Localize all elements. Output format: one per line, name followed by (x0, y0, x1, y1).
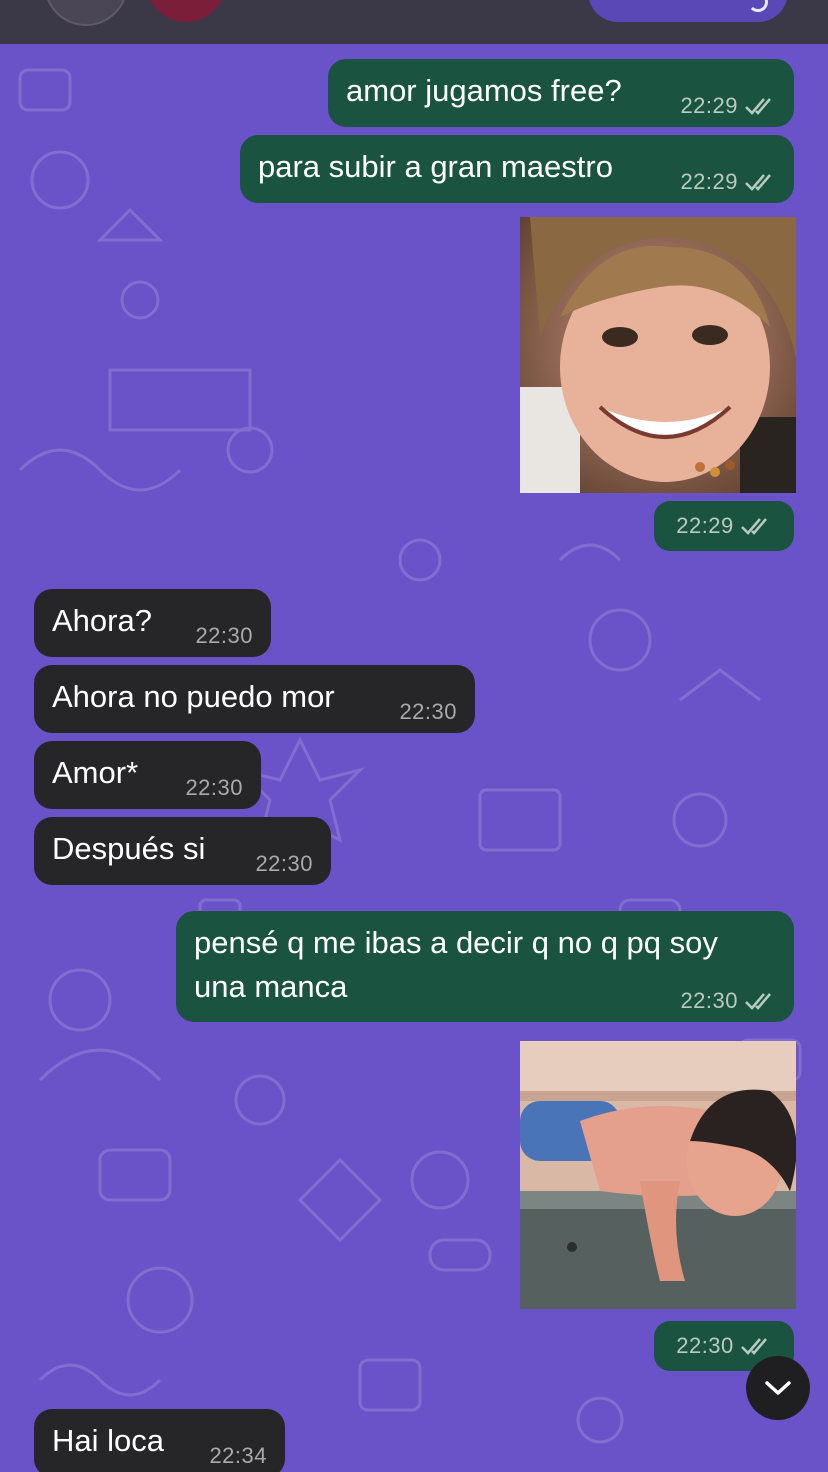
message-bubble-outgoing[interactable]: pensé q me ibas a decir q no q pq soy un… (176, 911, 794, 1022)
message-time: 22:30 (195, 623, 253, 648)
message-time: 22:29 (680, 169, 738, 194)
double-check-icon (740, 518, 767, 535)
message-time: 22:30 (399, 699, 457, 724)
message-time: 22:29 (676, 513, 734, 538)
contact-avatar[interactable] (146, 0, 226, 22)
header-button-left[interactable] (44, 0, 128, 26)
message-time: 22:29 (680, 93, 738, 118)
message-text: Amor* (52, 755, 139, 790)
message-time: 22:30 (185, 775, 243, 800)
double-check-icon (745, 993, 771, 1010)
double-check-icon (740, 1338, 767, 1355)
message-bubble-incoming[interactable]: Ahora? 22:30 (34, 589, 271, 657)
message-time: 22:30 (676, 1333, 734, 1358)
image-timestamp: 22:29 (654, 501, 794, 551)
child-on-ledge-photo (520, 1041, 796, 1309)
message-text: Ahora? (52, 603, 152, 638)
double-check-icon (745, 98, 771, 115)
image-message[interactable] (520, 217, 796, 493)
chat-screen: amor jugamos free? 22:29 para subir a gr… (0, 0, 828, 1472)
chevron-down-icon (765, 1381, 791, 1395)
message-bubble-outgoing[interactable]: amor jugamos free? 22:29 (328, 59, 794, 127)
message-bubble-outgoing[interactable]: para subir a gran maestro 22:29 (240, 135, 794, 203)
message-time: 22:30 (680, 988, 738, 1013)
message-text-line-2: una manca (194, 969, 348, 1004)
message-text: Hai loca (52, 1423, 164, 1458)
message-bubble-incoming[interactable]: Ahora no puedo mor 22:30 (34, 665, 475, 733)
message-time: 22:34 (209, 1443, 267, 1468)
message-bubble-incoming[interactable]: Hai loca 22:34 (34, 1409, 285, 1472)
double-check-icon (745, 174, 771, 191)
message-text-line-1: pensé q me ibas a decir q no q pq soy (194, 925, 718, 960)
message-bubble-incoming[interactable]: Después si 22:30 (34, 817, 331, 885)
chat-header (0, 0, 828, 44)
message-time: 22:30 (255, 851, 313, 876)
message-text: Después si (52, 831, 206, 866)
image-message[interactable] (520, 1041, 796, 1309)
message-text: para subir a gran maestro (258, 149, 613, 184)
message-text: Ahora no puedo mor (52, 679, 335, 714)
smiling-child-photo (520, 217, 796, 493)
message-text: amor jugamos free? (346, 73, 622, 108)
message-bubble-incoming[interactable]: Amor* 22:30 (34, 741, 261, 809)
scroll-to-bottom-button[interactable] (746, 1356, 810, 1420)
